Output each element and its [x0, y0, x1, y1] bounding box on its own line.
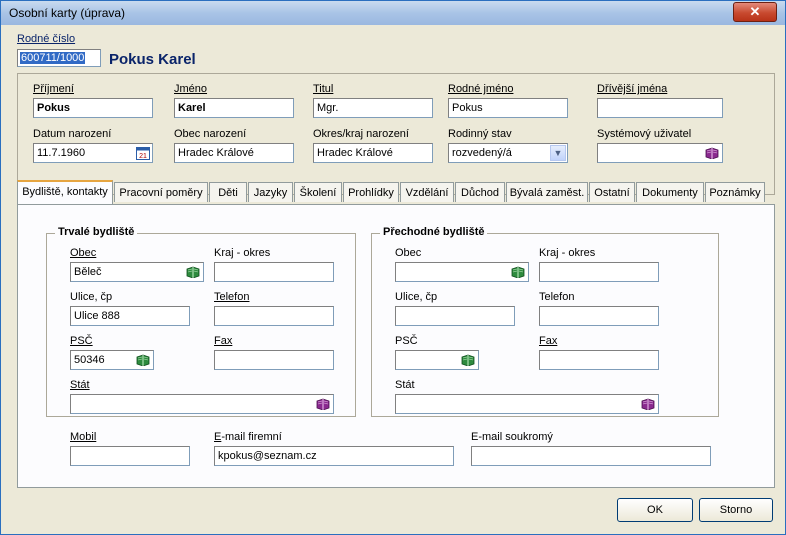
email-soukromy-field[interactable]: [471, 446, 711, 466]
drivejsi-jmena-field[interactable]: [597, 98, 723, 118]
prechodne-ulice-label: Ulice, čp: [395, 291, 438, 303]
lookup-book-icon[interactable]: [705, 147, 719, 159]
tab-panel-bydliste: Trvalé bydliště Obec Běleč Kraj - okres …: [17, 204, 775, 488]
rodne-jmeno-field[interactable]: Pokus: [448, 98, 568, 118]
prijmeni-label: Příjmení: [33, 83, 74, 95]
tab-deti[interactable]: Děti: [209, 182, 247, 202]
trvale-ulice-field[interactable]: Ulice 888: [70, 306, 190, 326]
prechodne-obec-label: Obec: [395, 247, 422, 259]
trvale-stat-field[interactable]: [70, 394, 334, 414]
trvale-psc-field[interactable]: 50346: [70, 350, 154, 370]
trvale-fax-label: Fax: [214, 335, 233, 347]
storno-button[interactable]: Storno: [699, 498, 773, 522]
email-firemni-field[interactable]: kpokus@seznam.cz: [214, 446, 454, 466]
tab-jazyky[interactable]: Jazyky: [248, 182, 293, 202]
trvale-bydliste-title: Trvalé bydliště: [55, 226, 138, 238]
tab-dokumenty[interactable]: Dokumenty: [636, 182, 704, 202]
trvale-psc-value: 50346: [74, 354, 105, 366]
prechodne-fax-label: Fax: [539, 335, 558, 347]
rodinny-stav-label: Rodinný stav: [448, 128, 512, 140]
jmeno-label: Jméno: [174, 83, 208, 95]
datum-narozeni-field[interactable]: 11.7.1960 21: [33, 143, 153, 163]
rodne-jmeno-label: Rodné jméno: [448, 83, 514, 95]
trvale-fax-field[interactable]: [214, 350, 334, 370]
close-button[interactable]: ✕: [733, 2, 777, 22]
trvale-ulice-label: Ulice, čp: [70, 291, 113, 303]
close-icon: ✕: [749, 4, 761, 19]
rodinny-stav-select[interactable]: rozvedený/á ▼: [448, 143, 568, 163]
prechodne-psc-label: PSČ: [395, 335, 418, 347]
stat-lookup-book-icon[interactable]: [316, 398, 330, 410]
tab-prohlidky[interactable]: Prohlídky: [343, 182, 399, 202]
tab-pracovni-pomery[interactable]: Pracovní poměry: [114, 182, 208, 202]
trvale-obec-value: Běleč: [74, 266, 102, 278]
prechodne-bydliste-title: Přechodné bydliště: [380, 226, 488, 238]
tab-byvala-zamest[interactable]: Bývalá zaměst.: [506, 182, 588, 202]
prechodne-ulice-field[interactable]: [395, 306, 515, 326]
psc-lookup-book-icon[interactable]: [461, 354, 475, 366]
rodinny-stav-value: rozvedený/á: [452, 147, 512, 159]
okres-narozeni-field[interactable]: Hradec Králové: [313, 143, 433, 163]
email-soukromy-label: E-mail soukromý: [471, 431, 553, 443]
prechodne-telefon-field[interactable]: [539, 306, 659, 326]
dialog-window: Osobní karty (úprava) ✕ Rodné číslo 6007…: [0, 0, 786, 535]
tab-duchod[interactable]: Důchod: [455, 182, 505, 202]
trvale-telefon-field[interactable]: [214, 306, 334, 326]
systemovy-uzivatel-label: Systémový uživatel: [597, 128, 692, 140]
mobil-label: Mobil: [70, 431, 97, 443]
calendar-icon[interactable]: 21: [136, 146, 150, 160]
rodne-cislo-value: 600711/1000: [20, 52, 86, 64]
tab-bydliste-kontakty[interactable]: Bydliště, kontakty: [17, 180, 113, 204]
prechodne-stat-label: Stát: [395, 379, 415, 391]
obec-lookup-book-icon[interactable]: [186, 266, 200, 278]
mobil-field[interactable]: [70, 446, 190, 466]
datum-narozeni-value: 11.7.1960: [37, 147, 86, 159]
trvale-obec-label: Obec: [70, 247, 97, 259]
drivejsi-jmena-label: Dřívější jména: [597, 83, 668, 95]
titul-field[interactable]: Mgr.: [313, 98, 433, 118]
svg-text:21: 21: [139, 153, 147, 160]
email-firemni-label: E-mail firemní: [214, 431, 282, 443]
dialog-client: Rodné číslo 600711/1000 Pokus Karel Příj…: [7, 25, 779, 530]
tab-poznamky[interactable]: Poznámky: [705, 182, 765, 202]
okres-narozeni-label: Okres/kraj narození: [313, 128, 409, 140]
person-name-heading: Pokus Karel: [109, 51, 196, 68]
ok-button[interactable]: OK: [617, 498, 693, 522]
prechodne-stat-field[interactable]: [395, 394, 659, 414]
chevron-down-icon[interactable]: ▼: [550, 145, 566, 161]
rodne-cislo-field[interactable]: 600711/1000: [17, 49, 101, 67]
titul-label: Titul: [313, 83, 334, 95]
stat-lookup-book-icon[interactable]: [641, 398, 655, 410]
trvale-kraj-label: Kraj - okres: [214, 247, 271, 259]
tab-ostatni[interactable]: Ostatní: [589, 182, 635, 202]
trvale-kraj-field[interactable]: [214, 262, 334, 282]
email-firemni-label-text: -mail firemní: [221, 431, 282, 443]
prechodne-fax-field[interactable]: [539, 350, 659, 370]
window-title: Osobní karty (úprava): [9, 6, 126, 20]
tab-skoleni[interactable]: Školení: [294, 182, 342, 202]
prechodne-kraj-label: Kraj - okres: [539, 247, 596, 259]
obec-narozeni-label: Obec narození: [174, 128, 247, 140]
obec-narozeni-field[interactable]: Hradec Králové: [174, 143, 294, 163]
jmeno-field[interactable]: Karel: [174, 98, 294, 118]
rodne-cislo-label: Rodné číslo: [17, 33, 76, 45]
psc-lookup-book-icon[interactable]: [136, 354, 150, 366]
systemovy-uzivatel-field[interactable]: [597, 143, 723, 163]
prechodne-obec-field[interactable]: [395, 262, 529, 282]
prechodne-kraj-field[interactable]: [539, 262, 659, 282]
obec-lookup-book-icon[interactable]: [511, 266, 525, 278]
trvale-obec-field[interactable]: Běleč: [70, 262, 204, 282]
prijmeni-field[interactable]: Pokus: [33, 98, 153, 118]
datum-narozeni-label: Datum narození: [33, 128, 112, 140]
prechodne-telefon-label: Telefon: [539, 291, 575, 303]
prechodne-psc-field[interactable]: [395, 350, 479, 370]
trvale-stat-label: Stát: [70, 379, 90, 391]
trvale-telefon-label: Telefon: [214, 291, 250, 303]
trvale-psc-label: PSČ: [70, 335, 93, 347]
tab-vzdelani[interactable]: Vzdělání: [400, 182, 454, 202]
title-bar[interactable]: Osobní karty (úprava) ✕: [1, 1, 785, 25]
